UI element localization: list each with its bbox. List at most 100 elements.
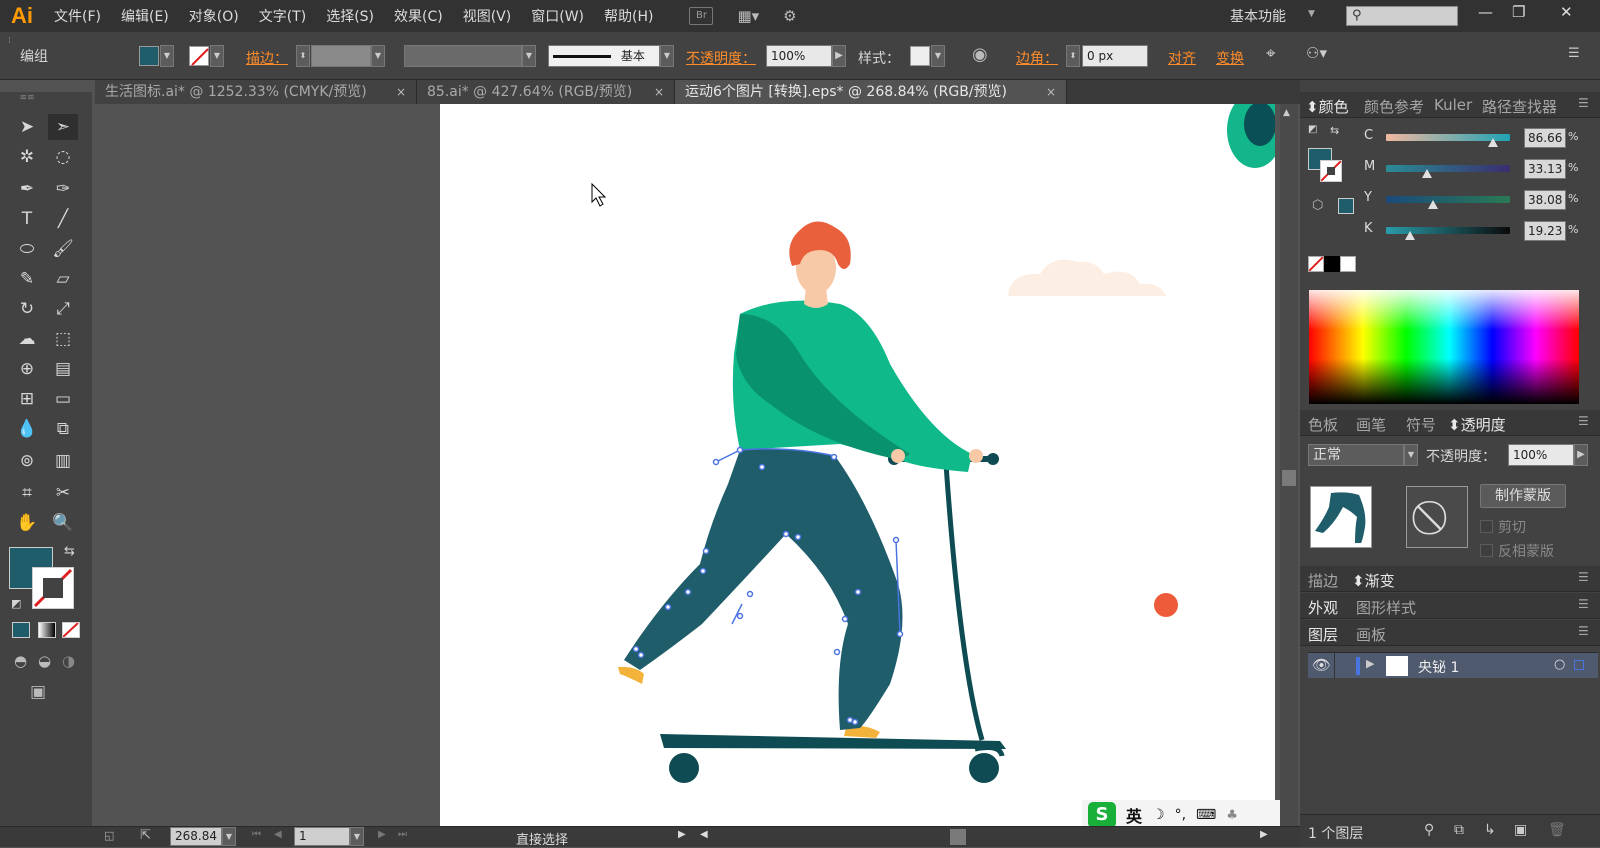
menu-view[interactable]: 视图(V): [453, 6, 522, 26]
layer-name[interactable]: 央铋 1: [1418, 657, 1459, 677]
corner-radius-field[interactable]: 0 px: [1082, 45, 1148, 67]
bridge-button[interactable]: Br: [689, 7, 714, 25]
gpu-icon[interactable]: ◱: [104, 829, 114, 842]
stroke-weight-stepper[interactable]: ⬍: [296, 45, 310, 67]
vertical-scroll-thumb[interactable]: [1282, 470, 1296, 486]
close-tab-icon[interactable]: ×: [396, 80, 406, 104]
color-spectrum[interactable]: [1309, 290, 1579, 404]
horizontal-scroll-thumb[interactable]: [950, 829, 966, 845]
menu-edit[interactable]: 编辑(E): [111, 6, 179, 26]
clip-checkbox[interactable]: [1480, 520, 1493, 533]
share-icon[interactable]: ⇱: [140, 828, 151, 843]
visibility-eye-icon[interactable]: 👁: [1312, 656, 1331, 674]
none-color-swatch[interactable]: [1308, 256, 1324, 272]
stroke-dropdown-chevron-icon[interactable]: ▼: [210, 45, 224, 67]
search-input[interactable]: ⚲: [1346, 6, 1458, 26]
target-circle-icon[interactable]: ○: [1554, 657, 1565, 672]
type-tool-icon[interactable]: T: [12, 206, 42, 232]
draw-inside-icon[interactable]: ◑: [62, 652, 75, 670]
close-tab-icon[interactable]: ×: [654, 80, 664, 104]
restore-button[interactable]: ❐: [1512, 3, 1525, 21]
vertical-scrollbar[interactable]: ▲: [1280, 104, 1298, 826]
tab-transparency[interactable]: ⬍透明度: [1448, 414, 1506, 435]
prev-artboard-icon[interactable]: ◀: [274, 829, 282, 840]
blend-mode-select[interactable]: 正常: [1308, 444, 1404, 466]
artboard-tool-icon[interactable]: ⌗: [12, 480, 42, 506]
delete-layer-icon[interactable]: 🗑: [1548, 822, 1566, 838]
style-chevron-icon[interactable]: ▼: [931, 45, 945, 67]
panel-menu-icon[interactable]: ☰: [1568, 46, 1580, 61]
transparency-opacity-field[interactable]: 100%: [1508, 444, 1574, 466]
perspective-grid-tool-icon[interactable]: ▤: [48, 356, 78, 382]
pen-tool-icon[interactable]: ✒: [12, 176, 42, 202]
slider-track-m[interactable]: [1386, 165, 1510, 172]
zoom-chevron-icon[interactable]: ▼: [222, 827, 236, 846]
make-mask-button[interactable]: 制作蒙版: [1480, 484, 1566, 508]
ime-skin-icon[interactable]: ♣: [1226, 808, 1238, 823]
fill-swatch[interactable]: [139, 46, 159, 66]
ellipse-tool-icon[interactable]: ⬭: [12, 236, 42, 262]
tab-swatches[interactable]: 色板: [1308, 414, 1338, 435]
in-gamut-swatch[interactable]: [1338, 198, 1354, 214]
slider-thumb-k[interactable]: [1404, 231, 1415, 240]
mask-thumbnail-no-icon[interactable]: ⃠: [1406, 486, 1468, 548]
magic-wand-tool-icon[interactable]: ✲: [12, 144, 42, 170]
transform-link[interactable]: 变换: [1216, 48, 1244, 68]
ime-language-toggle[interactable]: 英: [1126, 803, 1142, 827]
scroll-up-arrow-icon[interactable]: ▲: [1283, 108, 1290, 118]
slider-thumb-c[interactable]: [1488, 138, 1499, 147]
last-artboard-icon[interactable]: ⏭: [398, 829, 407, 840]
illustration[interactable]: [440, 104, 1275, 826]
tab-appearance[interactable]: 外观: [1308, 597, 1338, 618]
panel-menu-icon[interactable]: ☰: [1578, 597, 1589, 611]
tab-color[interactable]: ⬍颜色: [1306, 96, 1349, 117]
warp-tool-icon[interactable]: ☁: [12, 326, 42, 352]
menu-type[interactable]: 文字(T): [249, 6, 316, 26]
tab-document-2[interactable]: 85.ai* @ 427.64% (RGB/预览) ×: [417, 80, 675, 104]
lasso-tool-icon[interactable]: ◌: [48, 144, 78, 170]
new-layer-icon[interactable]: ▣: [1514, 822, 1527, 838]
close-tab-icon[interactable]: ×: [1046, 80, 1056, 104]
swap-fill-stroke-icon[interactable]: ⇆: [1330, 124, 1339, 137]
blend-mode-chevron-icon[interactable]: ▼: [1404, 444, 1418, 466]
opacity-arrow-icon[interactable]: ▶: [832, 45, 846, 67]
gradient-mode-icon[interactable]: [38, 622, 56, 638]
tab-artboards[interactable]: 画板: [1356, 624, 1386, 645]
scroll-right-arrow-icon[interactable]: ▶: [1260, 829, 1268, 840]
right-hand[interactable]: [969, 449, 983, 463]
direct-selection-tool-icon[interactable]: ➣: [48, 114, 78, 140]
slider-thumb-m[interactable]: [1422, 169, 1433, 178]
isolate-group-icon[interactable]: ⌖: [1266, 44, 1276, 64]
layer-row[interactable]: 👁 ▶ 央铋 1 ○: [1308, 652, 1598, 679]
tab-pathfinder[interactable]: 路径查找器: [1482, 96, 1557, 117]
gpu-performance-icon[interactable]: ⚙: [783, 7, 796, 25]
color-panel-stroke-swatch[interactable]: [1320, 160, 1342, 182]
opacity-field[interactable]: 100%: [766, 45, 832, 67]
blend-tool-icon[interactable]: ⧉: [48, 416, 78, 442]
invert-mask-checkbox[interactable]: [1480, 544, 1493, 557]
profile-chevron-icon[interactable]: ▼: [522, 45, 536, 67]
minimize-button[interactable]: —: [1478, 3, 1493, 21]
eyedropper-tool-icon[interactable]: 💧: [12, 416, 42, 442]
hand-tool-icon[interactable]: ✋: [12, 510, 42, 536]
status-menu-arrow-icon[interactable]: ▶: [678, 829, 686, 840]
slice-tool-icon[interactable]: ✂: [48, 480, 78, 506]
tab-gradient[interactable]: ⬍渐变: [1352, 570, 1395, 591]
draw-normal-icon[interactable]: ◓: [14, 652, 27, 670]
tab-document-1[interactable]: 生活图标.ai* @ 1252.33% (CMYK/预览) ×: [95, 80, 417, 104]
out-of-gamut-icon[interactable]: ⬡: [1312, 198, 1323, 213]
graphic-style-swatch[interactable]: [910, 46, 930, 66]
menu-select[interactable]: 选择(S): [316, 6, 384, 26]
fill-dropdown-chevron-icon[interactable]: ▼: [160, 45, 174, 67]
person[interactable]: [618, 221, 983, 738]
cloud[interactable]: [1008, 259, 1166, 296]
menu-object[interactable]: 对象(O): [179, 6, 249, 26]
stroke-color-box[interactable]: [32, 567, 74, 609]
ime-keyboard-icon[interactable]: ⌨: [1196, 807, 1216, 823]
scroll-left-arrow-icon[interactable]: ◀: [700, 829, 708, 840]
default-fill-stroke-icon[interactable]: ◩: [1308, 124, 1317, 135]
zoom-tool-icon[interactable]: 🔍: [48, 510, 78, 536]
artboard-number-field[interactable]: 1: [294, 827, 350, 846]
tab-document-3[interactable]: 运动6个图片 [转换].eps* @ 268.84% (RGB/预览) ×: [675, 80, 1067, 104]
make-clipping-mask-icon[interactable]: ⧉: [1454, 822, 1464, 838]
